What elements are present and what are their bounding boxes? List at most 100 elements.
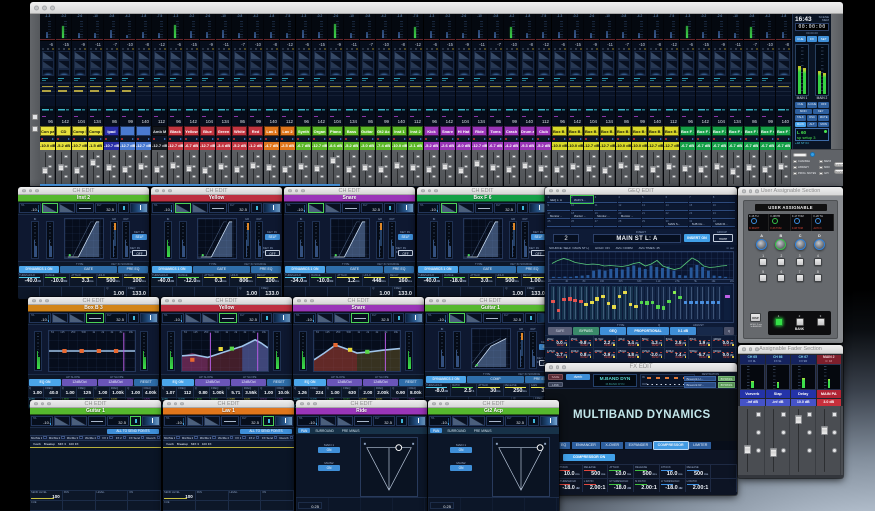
band-reset[interactable]: RESET (723, 356, 733, 359)
channel-on-button[interactable] (544, 175, 548, 179)
channel-name-label[interactable]: Yellow (184, 126, 199, 136)
eq-tab-2[interactable]: 12dB/Oct (363, 379, 398, 386)
channel-solo-button[interactable] (704, 165, 708, 169)
channel-solo-button[interactable] (144, 165, 148, 169)
eq-tab-3[interactable]: RESET (399, 379, 423, 386)
dynamics-on-tab[interactable]: DYNAMICS 1 ON (152, 266, 192, 273)
band-reset[interactable]: RESET (581, 356, 591, 359)
dynamics1-thumbnail[interactable] (602, 51, 614, 60)
channel-on-button[interactable] (48, 175, 52, 179)
channel-sends-block[interactable] (280, 82, 295, 106)
dynamics1-thumbnail[interactable] (202, 51, 214, 60)
channel-on-button[interactable] (144, 175, 148, 179)
zoom-icon[interactable] (168, 189, 172, 193)
dynamics2-thumbnail[interactable] (410, 60, 422, 69)
channel-name-label[interactable]: Piano (328, 126, 343, 136)
eq-curve-thumbnail[interactable] (202, 69, 214, 76)
minimize-icon[interactable] (29, 189, 33, 193)
slider-handle[interactable] (573, 299, 577, 302)
geq-band-slider[interactable] (562, 286, 566, 320)
channel-on-button[interactable] (720, 175, 724, 179)
dynamics2-thumbnail[interactable] (538, 60, 550, 69)
eq-curve-thumbnail[interactable] (346, 69, 358, 76)
rack-slot[interactable]: 19Monitor ... (594, 212, 617, 219)
key-in-select-button[interactable]: SELF (398, 234, 413, 240)
param-cell-release[interactable]: RELEASE250ms (504, 384, 530, 396)
dynamics1-thumbnail[interactable] (282, 51, 294, 60)
fader-cap[interactable] (202, 167, 208, 174)
slider-handle[interactable] (684, 301, 688, 304)
close-icon[interactable] (549, 365, 553, 369)
close-icon[interactable] (742, 189, 746, 193)
dynamics1-thumbnail[interactable] (234, 51, 246, 60)
pan-tab-pre-minus[interactable]: PRE MINUS (339, 428, 363, 433)
channel-name-label[interactable]: Crash (504, 126, 519, 136)
channel-on-button[interactable] (208, 175, 212, 179)
channel-on-button[interactable] (240, 175, 244, 179)
geq-band-slider[interactable] (656, 286, 660, 320)
fader-overview[interactable] (263, 203, 281, 213)
dyn2-module[interactable] (71, 416, 87, 426)
channel-solo-button[interactable] (80, 165, 84, 169)
dynamics-transfer-graph[interactable] (64, 218, 104, 259)
checkbox[interactable] (793, 172, 797, 176)
channel-solo-button[interactable] (320, 165, 324, 169)
channel-on-button[interactable] (320, 175, 324, 179)
button[interactable] (814, 258, 822, 266)
geq-band-slider[interactable] (595, 286, 599, 320)
geq-band-slider[interactable] (634, 286, 638, 320)
fader-cap[interactable] (90, 159, 96, 166)
eq-curve-thumbnail[interactable] (682, 69, 694, 76)
ha-gain-display[interactable]: HA-10. (19, 203, 41, 213)
insert-module[interactable] (528, 416, 539, 426)
fx-param-attack[interactable]: ATTACK10.0 ms (557, 465, 583, 478)
dynamics1-thumbnail[interactable] (314, 51, 326, 60)
channel-select-button[interactable] (240, 155, 244, 159)
eq-q-freq-cell[interactable]: Q2.00 (359, 387, 375, 397)
channel-on-button[interactable] (384, 175, 388, 179)
channel-solo-button[interactable] (304, 165, 308, 169)
channel-solo-button[interactable] (336, 165, 340, 169)
button[interactable] (814, 274, 822, 282)
channel-sends-block[interactable] (136, 82, 151, 106)
slider-handle[interactable] (700, 301, 704, 304)
eq-curve-thumbnail[interactable] (714, 69, 726, 76)
bottom-cell-level[interactable]: LEVEL (96, 491, 129, 501)
channel-solo-button[interactable] (688, 165, 692, 169)
slider-handle[interactable] (584, 303, 588, 306)
dynamics1-thumbnail[interactable] (650, 51, 662, 60)
fx-param-l-ratio[interactable]: L RATIO2.00:1 (583, 479, 609, 492)
fx-param-release[interactable]: RELEASE500 ms (686, 465, 712, 478)
delay-display[interactable]: DLY32.5 (370, 313, 392, 323)
rack-slot[interactable]: 13 (642, 204, 665, 211)
strip-on-button[interactable] (756, 448, 761, 453)
channel-on-button[interactable] (400, 175, 404, 179)
channel-select-button[interactable] (640, 155, 644, 159)
dynamics1-thumbnail[interactable] (698, 51, 710, 60)
channel-on-button[interactable] (288, 175, 292, 179)
button[interactable] (777, 274, 785, 282)
channel-name-label[interactable]: Box F 1 (680, 126, 695, 136)
dynamics2-thumbnail[interactable] (666, 60, 678, 69)
channel-on-button[interactable] (512, 175, 516, 179)
eq-curve-thumbnail[interactable] (730, 69, 742, 76)
rack-slot[interactable]: 23 (689, 212, 712, 219)
dyn1-module[interactable] (187, 416, 203, 426)
chedit-titlebar[interactable]: CH EDIT (28, 297, 159, 305)
eq-curve-thumbnail[interactable] (570, 69, 582, 76)
rack-slot[interactable]: 21 (642, 212, 665, 219)
channel-sends-block[interactable] (632, 82, 647, 106)
channel-select-button[interactable] (48, 155, 52, 159)
geq-band-cell[interactable]: 50Hz4.3 dBRESET (641, 336, 665, 347)
channel-name-label[interactable]: Black (168, 126, 183, 136)
channel-select-button[interactable] (368, 155, 372, 159)
minimize-icon[interactable] (428, 189, 432, 193)
channel-select-button[interactable] (96, 155, 100, 159)
eq-q-freq-cell[interactable]: FREQ1.00k (210, 387, 226, 397)
eq-curve-thumbnail[interactable] (106, 69, 118, 76)
fader-overview[interactable] (540, 416, 558, 426)
channel-name-label[interactable]: White (232, 126, 247, 136)
zoom-icon[interactable] (35, 189, 39, 193)
channel-name-label[interactable]: Hi Hat (456, 126, 471, 136)
param-cell-threshold[interactable]: THRESHOLD-8.0dB (425, 384, 451, 396)
